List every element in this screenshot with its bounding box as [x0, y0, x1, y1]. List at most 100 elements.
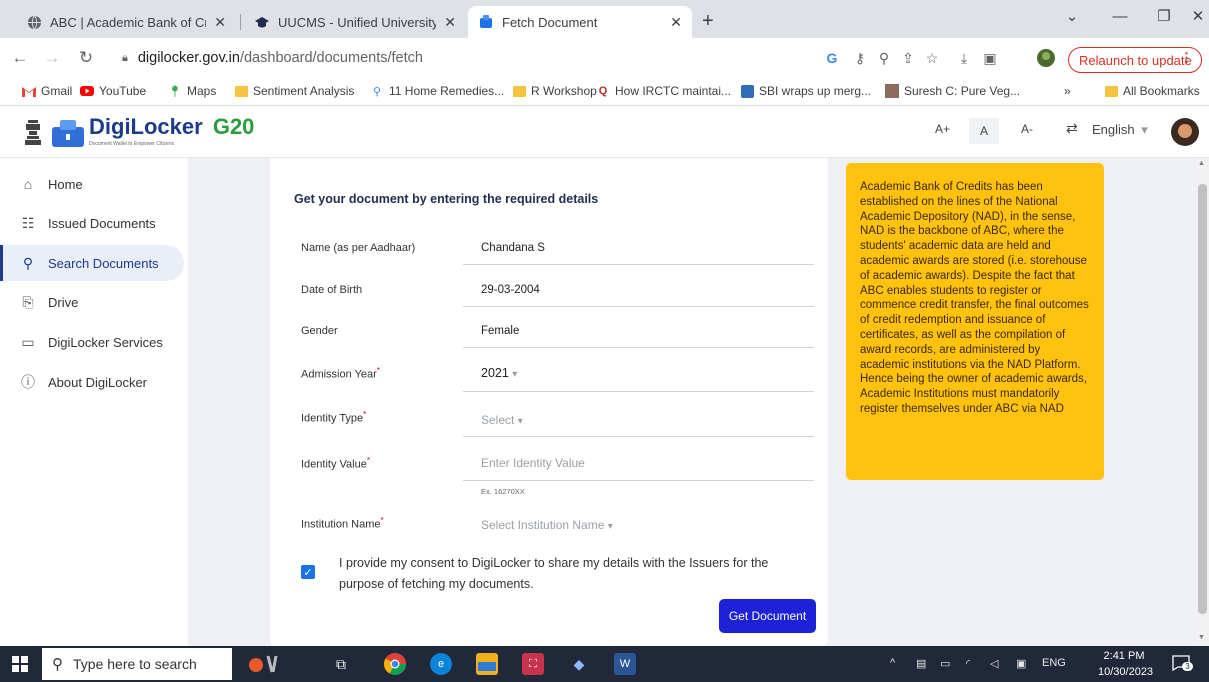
- url-path: /dashboard/documents/fetch: [239, 50, 423, 66]
- close-icon[interactable]: ✕: [670, 14, 682, 31]
- consent-checkbox[interactable]: ✓: [301, 565, 315, 579]
- bookmark-maps[interactable]: 📍︎ Maps: [168, 84, 216, 98]
- weather-widget-icon[interactable]: [246, 653, 286, 675]
- tab-abc[interactable]: ABC | Academic Bank of Credits ✕: [16, 6, 236, 38]
- bookmark-home-remedies[interactable]: ⚲ 11 Home Remedies...: [370, 84, 504, 98]
- user-avatar[interactable]: [1171, 118, 1199, 151]
- volume-icon[interactable]: ◁: [990, 657, 998, 670]
- side-panel-icon[interactable]: ▣: [980, 48, 1000, 68]
- bookmark-youtube[interactable]: YouTube: [80, 84, 146, 98]
- task-view-icon[interactable]: ⧉: [330, 653, 352, 675]
- sidebar-item-search-documents[interactable]: ⚲ Search Documents: [0, 245, 184, 281]
- new-tab-button[interactable]: +: [702, 10, 714, 33]
- tray-app-icon[interactable]: ▤: [916, 657, 926, 670]
- windows-start-icon[interactable]: [12, 656, 28, 677]
- all-bookmarks[interactable]: All Bookmarks: [1104, 84, 1200, 98]
- back-arrow-icon[interactable]: ←: [8, 46, 32, 70]
- youtube-icon: [80, 84, 94, 98]
- translate-icon[interactable]: ⇄: [1066, 120, 1078, 137]
- sidebar-item-issued-documents[interactable]: ☷ Issued Documents: [0, 205, 184, 241]
- display-icon[interactable]: ▣: [1016, 657, 1026, 670]
- bookmark-suresh[interactable]: Suresh C: Pure Veg...: [885, 84, 1020, 98]
- identity-type-select[interactable]: Select ▾: [481, 413, 523, 427]
- bookmark-gmail[interactable]: Gmail: [22, 84, 72, 98]
- tray-chevron-icon[interactable]: ^: [890, 657, 895, 669]
- folder-icon: [512, 84, 526, 98]
- word-icon[interactable]: W: [614, 653, 636, 675]
- minimize-icon[interactable]: —: [1098, 0, 1142, 32]
- identity-value-hint: Ex. 16270XX: [481, 487, 525, 496]
- profile-avatar-icon[interactable]: [1036, 48, 1056, 68]
- sidebar-item-label: Search Documents: [48, 255, 159, 271]
- bookmark-r-workshop[interactable]: R Workshop: [512, 84, 597, 98]
- chrome-icon[interactable]: [384, 653, 406, 675]
- tab-title: Fetch Document: [502, 14, 598, 30]
- sidebar-item-label: DigiLocker Services: [48, 334, 163, 350]
- battery-icon[interactable]: ▭: [940, 657, 950, 670]
- bookmark-star-icon[interactable]: ☆: [922, 48, 942, 68]
- services-icon: ▭: [21, 333, 35, 350]
- tab-uucms[interactable]: UUCMS - Unified University Coll ✕: [244, 6, 466, 38]
- share-icon[interactable]: ⇪: [898, 48, 918, 68]
- app-icon[interactable]: ⛶: [522, 653, 544, 675]
- field-underline: [463, 306, 814, 307]
- admission-year-label: Admission Year*: [301, 366, 380, 381]
- zoom-icon[interactable]: ⚲: [874, 48, 894, 68]
- taskbar-clock[interactable]: 2:41 PM 10/30/2023: [1098, 648, 1153, 680]
- sidebar-item-home[interactable]: ⌂ Home: [0, 166, 184, 202]
- browser-toolbar: ← → ↻ 🔒︎ digilocker.gov.in/dashboard/doc…: [0, 38, 1209, 78]
- bookmark-sbi[interactable]: SBI wraps up merg...: [740, 84, 871, 98]
- sidebar-item-drive[interactable]: ⎘ Drive: [0, 284, 184, 320]
- forward-arrow-icon[interactable]: →: [40, 46, 64, 70]
- name-field[interactable]: Chandana S: [481, 242, 545, 254]
- globe-icon: [26, 14, 42, 30]
- bookmark-sentiment-analysis[interactable]: Sentiment Analysis: [234, 84, 354, 98]
- taskbar-search-input[interactable]: ⚲ Type here to search: [42, 648, 232, 680]
- dob-field[interactable]: 29-03-2004: [481, 284, 540, 296]
- sidebar-item-about-digilocker[interactable]: ⓘ About DigiLocker: [0, 364, 184, 400]
- window-close-icon[interactable]: ✕: [1176, 0, 1209, 32]
- font-decrease-button[interactable]: A-: [1021, 122, 1033, 136]
- chevron-down-icon: ▾: [607, 521, 613, 532]
- name-label: Name (as per Aadhaar): [301, 242, 416, 254]
- bookmarks-overflow-icon[interactable]: »: [1064, 84, 1071, 98]
- media-player-icon[interactable]: ◆: [568, 653, 590, 675]
- sidebar-item-digilocker-services[interactable]: ▭ DigiLocker Services: [0, 324, 184, 360]
- language-select[interactable]: English ▾: [1092, 122, 1148, 138]
- sidebar-item-label: Home: [48, 176, 83, 192]
- font-increase-button[interactable]: A+: [935, 122, 950, 136]
- dob-label: Date of Birth: [301, 284, 363, 296]
- scroll-down-arrow-icon[interactable]: ▼: [1198, 634, 1205, 641]
- file-explorer-icon[interactable]: [476, 653, 498, 675]
- close-icon[interactable]: ✕: [444, 14, 456, 31]
- sidebar-nav: ⌂ Home ☷ Issued Documents ⚲ Search Docum…: [0, 158, 188, 646]
- digilocker-logo-text[interactable]: DigiLocker G20: [89, 114, 254, 140]
- get-document-button[interactable]: Get Document: [719, 599, 816, 633]
- admission-year-select[interactable]: 2021 ▾: [481, 366, 517, 380]
- tab-search-chevron-icon[interactable]: ⌄: [1050, 0, 1094, 32]
- language-indicator[interactable]: ENG: [1042, 657, 1066, 669]
- tab-fetch-document[interactable]: Fetch Document ✕: [468, 6, 692, 38]
- scroll-up-arrow-icon[interactable]: ▲: [1198, 160, 1205, 167]
- emblem-icon: [22, 116, 44, 153]
- font-normal-button[interactable]: A: [969, 118, 999, 144]
- identity-value-input[interactable]: Enter Identity Value: [481, 456, 585, 470]
- edge-icon[interactable]: e: [430, 653, 452, 675]
- wifi-icon[interactable]: ◜: [966, 657, 970, 670]
- close-icon[interactable]: ✕: [214, 14, 226, 31]
- reload-icon[interactable]: ↻: [74, 46, 98, 70]
- institution-name-select[interactable]: Select Institution Name ▾: [481, 518, 613, 532]
- download-icon[interactable]: ⤓: [954, 48, 974, 68]
- relaunch-to-update-button[interactable]: Relaunch to update ⋮: [1068, 47, 1202, 73]
- gender-field[interactable]: Female: [481, 325, 519, 337]
- key-icon[interactable]: ⚷: [850, 48, 870, 68]
- tab-separator: [240, 14, 241, 30]
- kebab-menu-icon[interactable]: ⋮: [1180, 50, 1193, 66]
- digilocker-logo-icon[interactable]: [50, 118, 86, 153]
- bookmark-irctc[interactable]: Q How IRCTC maintai...: [596, 84, 731, 98]
- search-icon: ⚲: [52, 656, 63, 673]
- google-translate-icon[interactable]: G: [822, 48, 842, 68]
- issued-documents-icon: ☷: [21, 214, 35, 231]
- notification-center-icon[interactable]: 3: [1172, 655, 1193, 673]
- scrollbar-thumb[interactable]: [1198, 184, 1207, 614]
